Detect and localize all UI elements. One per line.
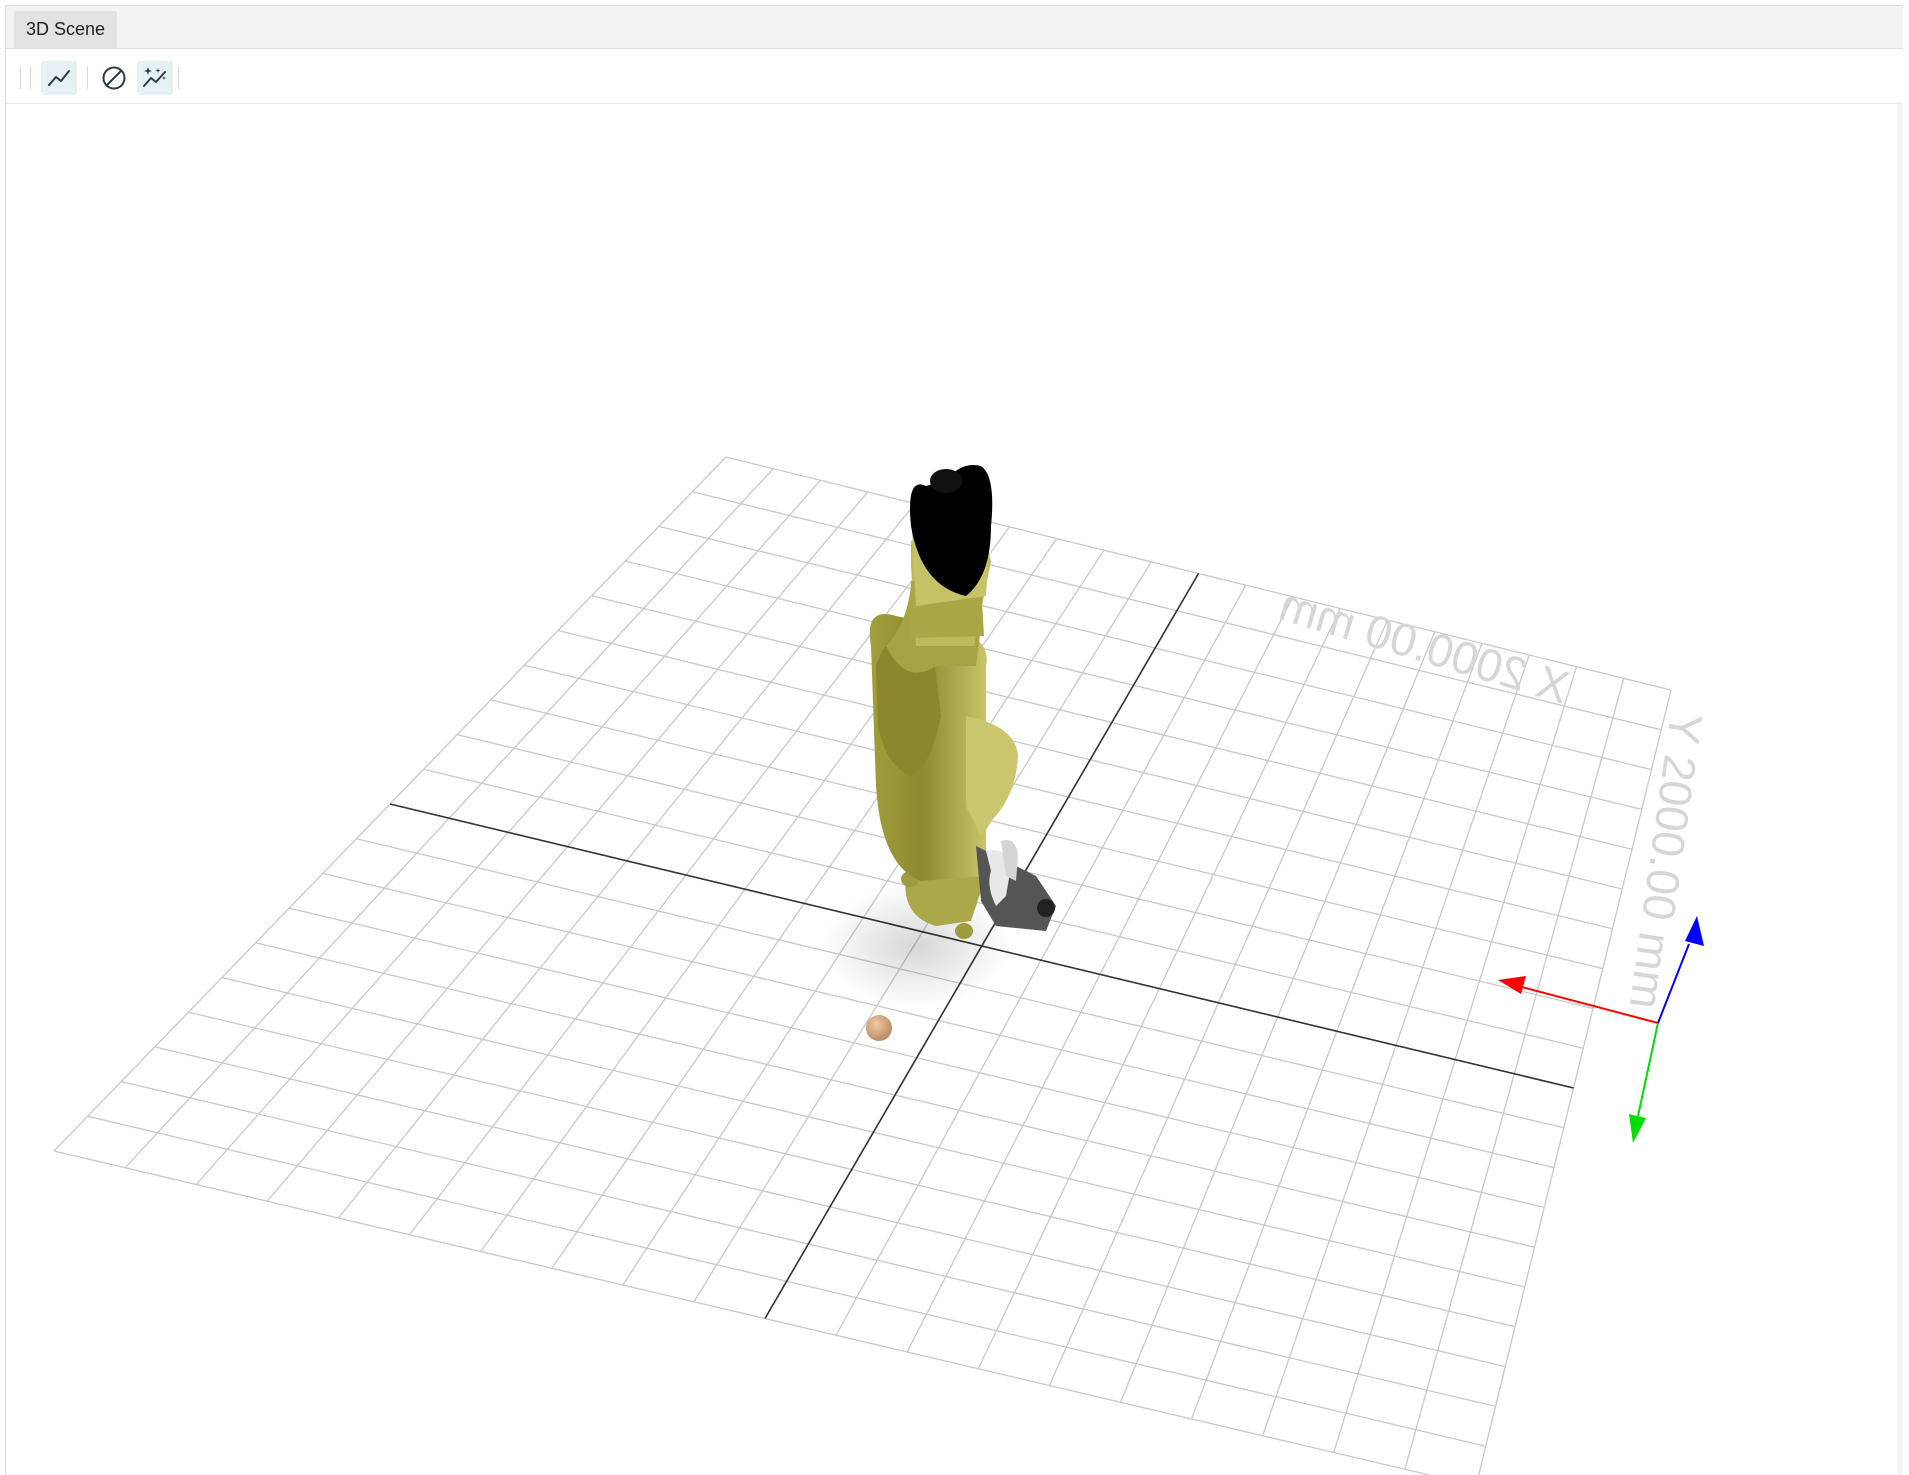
grid-line	[53, 1150, 1433, 1475]
sparkle-trajectory-button[interactable]	[137, 61, 173, 95]
y-axis-arrow	[1629, 1114, 1646, 1143]
toolbar-separator	[30, 67, 31, 89]
tab-bar: 3D Scene	[6, 6, 1903, 49]
tool-flange	[930, 469, 962, 493]
toolbar-separator	[178, 67, 179, 89]
clear-button[interactable]	[96, 61, 132, 95]
scene-panel: 3D Scene X 2000.00 mm Y 2000.00 mm	[5, 5, 1903, 1475]
robot-connector	[1037, 899, 1055, 917]
target-marker[interactable]	[866, 1015, 892, 1041]
vertical-scrollbar[interactable]	[1897, 104, 1903, 1475]
prohibit-icon	[102, 66, 126, 90]
toolbar-separator	[20, 67, 21, 89]
toolbar-separator	[87, 67, 88, 89]
y-dimension-label: Y 2000.00 mm	[1620, 710, 1713, 1013]
robot-shoulder	[966, 716, 1018, 836]
robot-base-mount	[955, 923, 973, 939]
y-axis-line	[1637, 1022, 1659, 1117]
scene-toolbar	[6, 49, 1903, 104]
y-dimension-text: Y 2000.00 mm	[1620, 710, 1713, 1013]
line-chart-icon	[48, 70, 70, 86]
trajectory-button[interactable]	[41, 61, 77, 95]
3d-viewport[interactable]: X 2000.00 mm Y 2000.00 mm	[6, 104, 1903, 1475]
tab-3d-scene[interactable]: 3D Scene	[14, 11, 118, 48]
sparkle-chart-icon	[143, 67, 166, 87]
z-axis-arrow	[1685, 916, 1704, 946]
grid-line	[1478, 689, 1672, 1475]
